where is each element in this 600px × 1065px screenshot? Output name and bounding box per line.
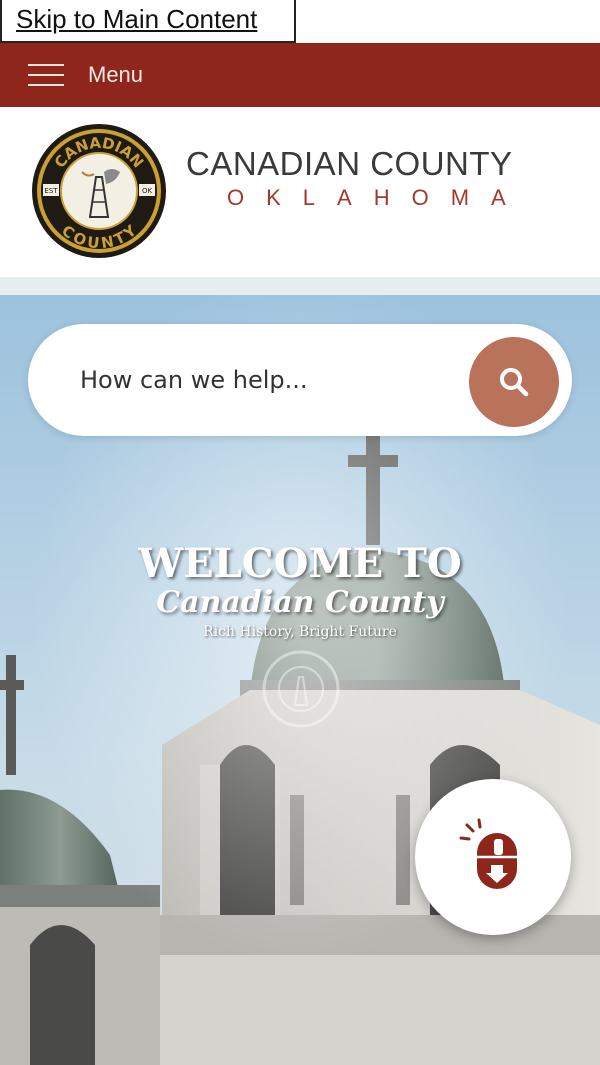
search-icon [500, 368, 529, 397]
seal-text-right: OK [142, 187, 153, 195]
hamburger-icon[interactable] [28, 62, 64, 88]
seal-text-left: EST [44, 187, 58, 195]
welcome-tagline: Rich History, Bright Future [203, 624, 397, 640]
skip-to-main-content-link[interactable]: Skip to Main Content [0, 0, 296, 43]
brand-name[interactable]: CANADIAN COUNTY [186, 145, 513, 183]
welcome-message: WELCOME TO Canadian County Rich History,… [0, 540, 600, 640]
menu-label[interactable]: Menu [88, 62, 143, 88]
welcome-county-name: Canadian County [156, 585, 444, 620]
welcome-heading: WELCOME TO [138, 540, 462, 587]
seal-watermark-icon [262, 650, 340, 728]
menu-bar[interactable]: Menu [0, 43, 600, 107]
brand-state: OKLAHOMA [227, 185, 528, 210]
search-box [28, 324, 572, 436]
mouse-scroll-down-icon [459, 818, 517, 889]
search-input[interactable] [80, 354, 440, 406]
site-header: CANADIAN COUNTY EST OK CANADIAN COUNTY O… [0, 107, 600, 277]
search-button[interactable] [469, 337, 559, 427]
header-divider [0, 277, 600, 295]
scroll-down-button[interactable] [415, 779, 571, 935]
county-seal-logo[interactable]: CANADIAN COUNTY EST OK [30, 122, 168, 260]
